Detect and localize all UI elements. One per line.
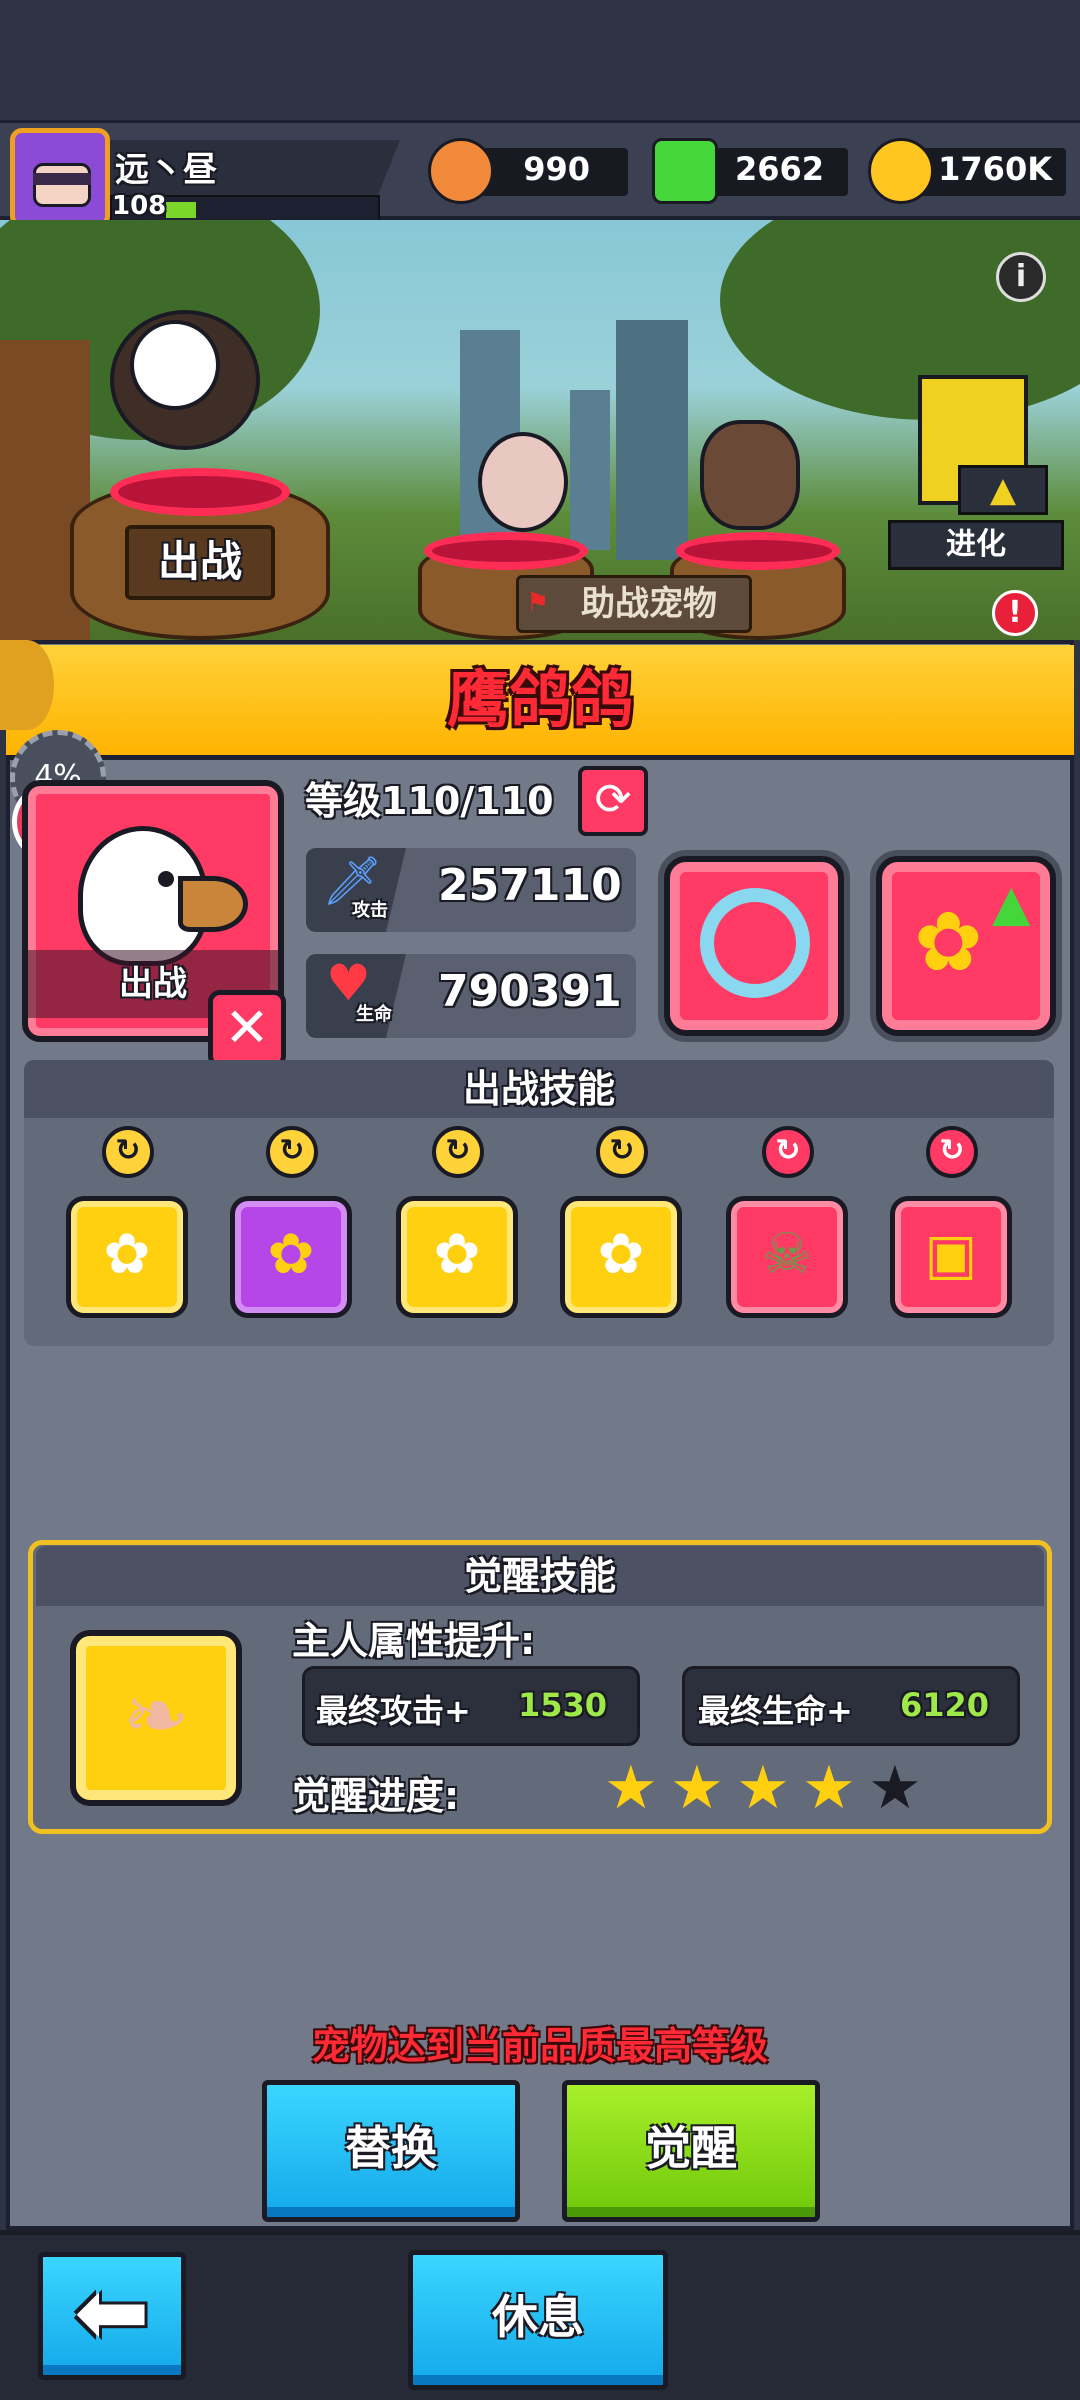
- final-hp-label: 最终生命+: [698, 1692, 853, 1730]
- paw-upgrade-icon: ✿: [914, 895, 983, 990]
- attack-value: 257110: [438, 860, 622, 911]
- awaken-skills-header: 觉醒技能: [36, 1546, 1044, 1606]
- gem-value: 2662: [734, 150, 824, 188]
- skill-paw-heal[interactable]: ✿: [560, 1196, 682, 1318]
- skill-cycle-icon: ↻: [596, 1126, 648, 1178]
- pet-upgrade-button[interactable]: ✿ ▲: [876, 856, 1056, 1036]
- eagle-head: [130, 320, 220, 410]
- awaken-stars: ★ ★ ★ ★ ★: [604, 1758, 944, 1828]
- dog-pet: [700, 420, 800, 530]
- skill-tornado-button[interactable]: [664, 856, 844, 1036]
- player-name: 远丶昼: [115, 150, 217, 190]
- pet-level: 等级110/110: [305, 779, 554, 823]
- assist-pets-sign[interactable]: 助战宠物: [516, 575, 752, 633]
- skill-cycle-icon: ↻: [432, 1126, 484, 1178]
- chest-icon: ▣: [924, 1222, 978, 1287]
- arrow-left-glyph: ⬅: [74, 2260, 150, 2365]
- max-level-message: 宠物达到当前品质最高等级: [311, 2024, 768, 2068]
- gold-value: 1760K: [938, 150, 1052, 188]
- owner-attr-label: 主人属性提升:: [292, 1619, 536, 1663]
- flag-icon: ⚑: [526, 588, 550, 618]
- info-icon[interactable]: i: [996, 252, 1046, 302]
- zombie-icon: ☠: [761, 1222, 813, 1287]
- upgrade-arrow-icon: ▲: [958, 465, 1048, 515]
- paw-up-icon: ✿: [433, 1222, 481, 1287]
- alert-badge: !: [992, 590, 1038, 636]
- hp-value: 790391: [438, 966, 622, 1017]
- avatar-face: [33, 163, 91, 207]
- player-level: 108: [112, 191, 167, 221]
- side-expand-arrow[interactable]: [0, 640, 54, 730]
- paw-coin-value: 990: [523, 150, 590, 188]
- green-up-arrow-icon: ▲: [992, 874, 1031, 932]
- evolve-label[interactable]: 进化: [888, 520, 1064, 570]
- tornado-icon: [700, 888, 810, 998]
- hp-tag: 生命: [356, 1004, 392, 1025]
- feather-glyph: ❧: [122, 1669, 190, 1762]
- final-attack-label: 最终攻击+: [316, 1692, 471, 1730]
- snail-shell: [478, 432, 568, 532]
- deploy-sign: 出战: [125, 525, 275, 600]
- refresh-icon[interactable]: ⟳: [578, 766, 648, 836]
- skill-cycle-icon: ↻: [102, 1126, 154, 1178]
- building: [570, 390, 610, 550]
- eagle-beak: [178, 876, 248, 932]
- avatar-mask: [33, 173, 91, 185]
- skill-paw-up[interactable]: ✿: [396, 1196, 518, 1318]
- building: [616, 320, 688, 560]
- skill-zombie-paw[interactable]: ☠: [726, 1196, 848, 1318]
- awaken-button[interactable]: 觉醒: [562, 2080, 820, 2222]
- pet-name-title: 鹰鸽鸽: [446, 663, 633, 736]
- star-filled-icon: ★: [736, 1753, 790, 1823]
- feather-icon[interactable]: ❧: [70, 1630, 242, 1806]
- assist-ring-1: [424, 532, 588, 570]
- assist-ring-2: [676, 532, 840, 570]
- skill-paw-percent[interactable]: ✿: [66, 1196, 188, 1318]
- player-avatar[interactable]: [10, 128, 110, 228]
- status-bar: [0, 0, 1080, 120]
- skill-paw-purple[interactable]: ✿: [230, 1196, 352, 1318]
- paw-heal-icon: ✿: [597, 1222, 645, 1287]
- star-filled-icon: ★: [802, 1753, 856, 1823]
- paw-percent-icon: ✿: [103, 1222, 151, 1287]
- star-empty-icon: ★: [868, 1753, 922, 1823]
- skill-cycle-icon: ↻: [266, 1126, 318, 1178]
- paw-purple-icon: ✿: [267, 1222, 315, 1287]
- skill-chest-up[interactable]: ▣: [890, 1196, 1012, 1318]
- attack-tag: 攻击: [352, 900, 388, 921]
- final-hp-value: 6120: [900, 1686, 990, 1724]
- star-filled-icon: ★: [670, 1753, 724, 1823]
- rest-button[interactable]: 休息: [408, 2250, 668, 2390]
- replace-button[interactable]: 替换: [262, 2080, 520, 2222]
- eagle-eye: [158, 871, 174, 887]
- back-arrow-icon[interactable]: ⬅: [38, 2252, 186, 2380]
- skill-cycle-icon: ↻: [762, 1126, 814, 1178]
- awaken-progress-label: 觉醒进度:: [292, 1774, 460, 1818]
- unequip-close-icon[interactable]: ✕: [208, 990, 286, 1068]
- player-xp-fill: [166, 202, 196, 218]
- skill-cycle-icon: ↻: [926, 1126, 978, 1178]
- deploy-skills-header: 出战技能: [24, 1060, 1054, 1118]
- final-attack-value: 1530: [518, 1686, 608, 1724]
- deploy-ring: [110, 468, 290, 516]
- star-filled-icon: ★: [604, 1753, 658, 1823]
